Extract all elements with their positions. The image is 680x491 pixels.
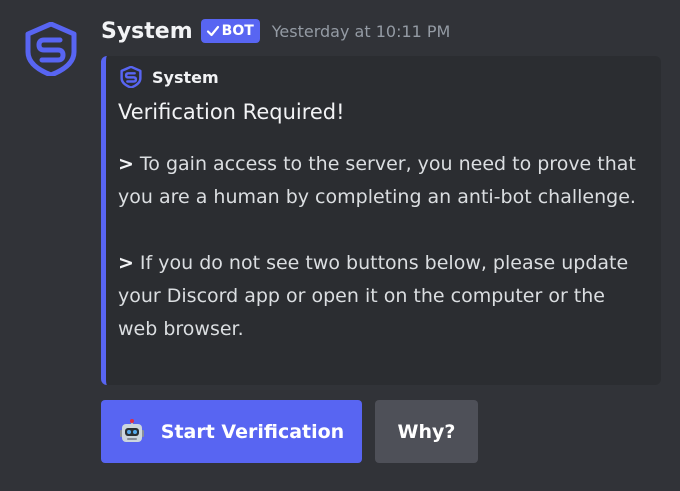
start-verification-label: Start Verification bbox=[160, 420, 345, 443]
embed-author-name: System bbox=[152, 67, 219, 87]
avatar[interactable] bbox=[24, 22, 78, 76]
bot-tag-label: BOT bbox=[221, 23, 254, 39]
embed-title: Verification Required! bbox=[118, 100, 345, 124]
embed-paragraph: > If you do not see two buttons below, pl… bbox=[118, 247, 648, 346]
embed-author: System bbox=[120, 66, 219, 88]
bot-tag: BOT bbox=[200, 19, 260, 43]
embed-paragraph: > To gain access to the server, you need … bbox=[118, 148, 648, 214]
check-icon bbox=[206, 25, 219, 37]
start-verification-button[interactable]: Start Verification bbox=[101, 400, 362, 463]
quote-marker: > bbox=[118, 252, 134, 274]
action-row: Start Verification Why? bbox=[101, 400, 478, 463]
message-header: System BOT Yesterday at 10:11 PM bbox=[101, 14, 450, 48]
robot-icon bbox=[119, 418, 145, 445]
embed-description: > To gain access to the server, you need … bbox=[118, 148, 648, 346]
why-button[interactable]: Why? bbox=[375, 400, 478, 463]
discord-message: System BOT Yesterday at 10:11 PM System … bbox=[0, 0, 680, 491]
shield-s-logo-icon bbox=[25, 22, 77, 76]
embed-paragraph-text: If you do not see two buttons below, ple… bbox=[118, 252, 629, 340]
quote-marker: > bbox=[118, 153, 134, 175]
shield-s-logo-icon bbox=[120, 66, 142, 88]
embed: System Verification Required! > To gain a… bbox=[101, 56, 661, 385]
why-label: Why? bbox=[397, 420, 456, 443]
embed-paragraph-text: To gain access to the server, you need t… bbox=[118, 153, 636, 208]
timestamp: Yesterday at 10:11 PM bbox=[271, 21, 451, 41]
username[interactable]: System bbox=[101, 19, 193, 44]
